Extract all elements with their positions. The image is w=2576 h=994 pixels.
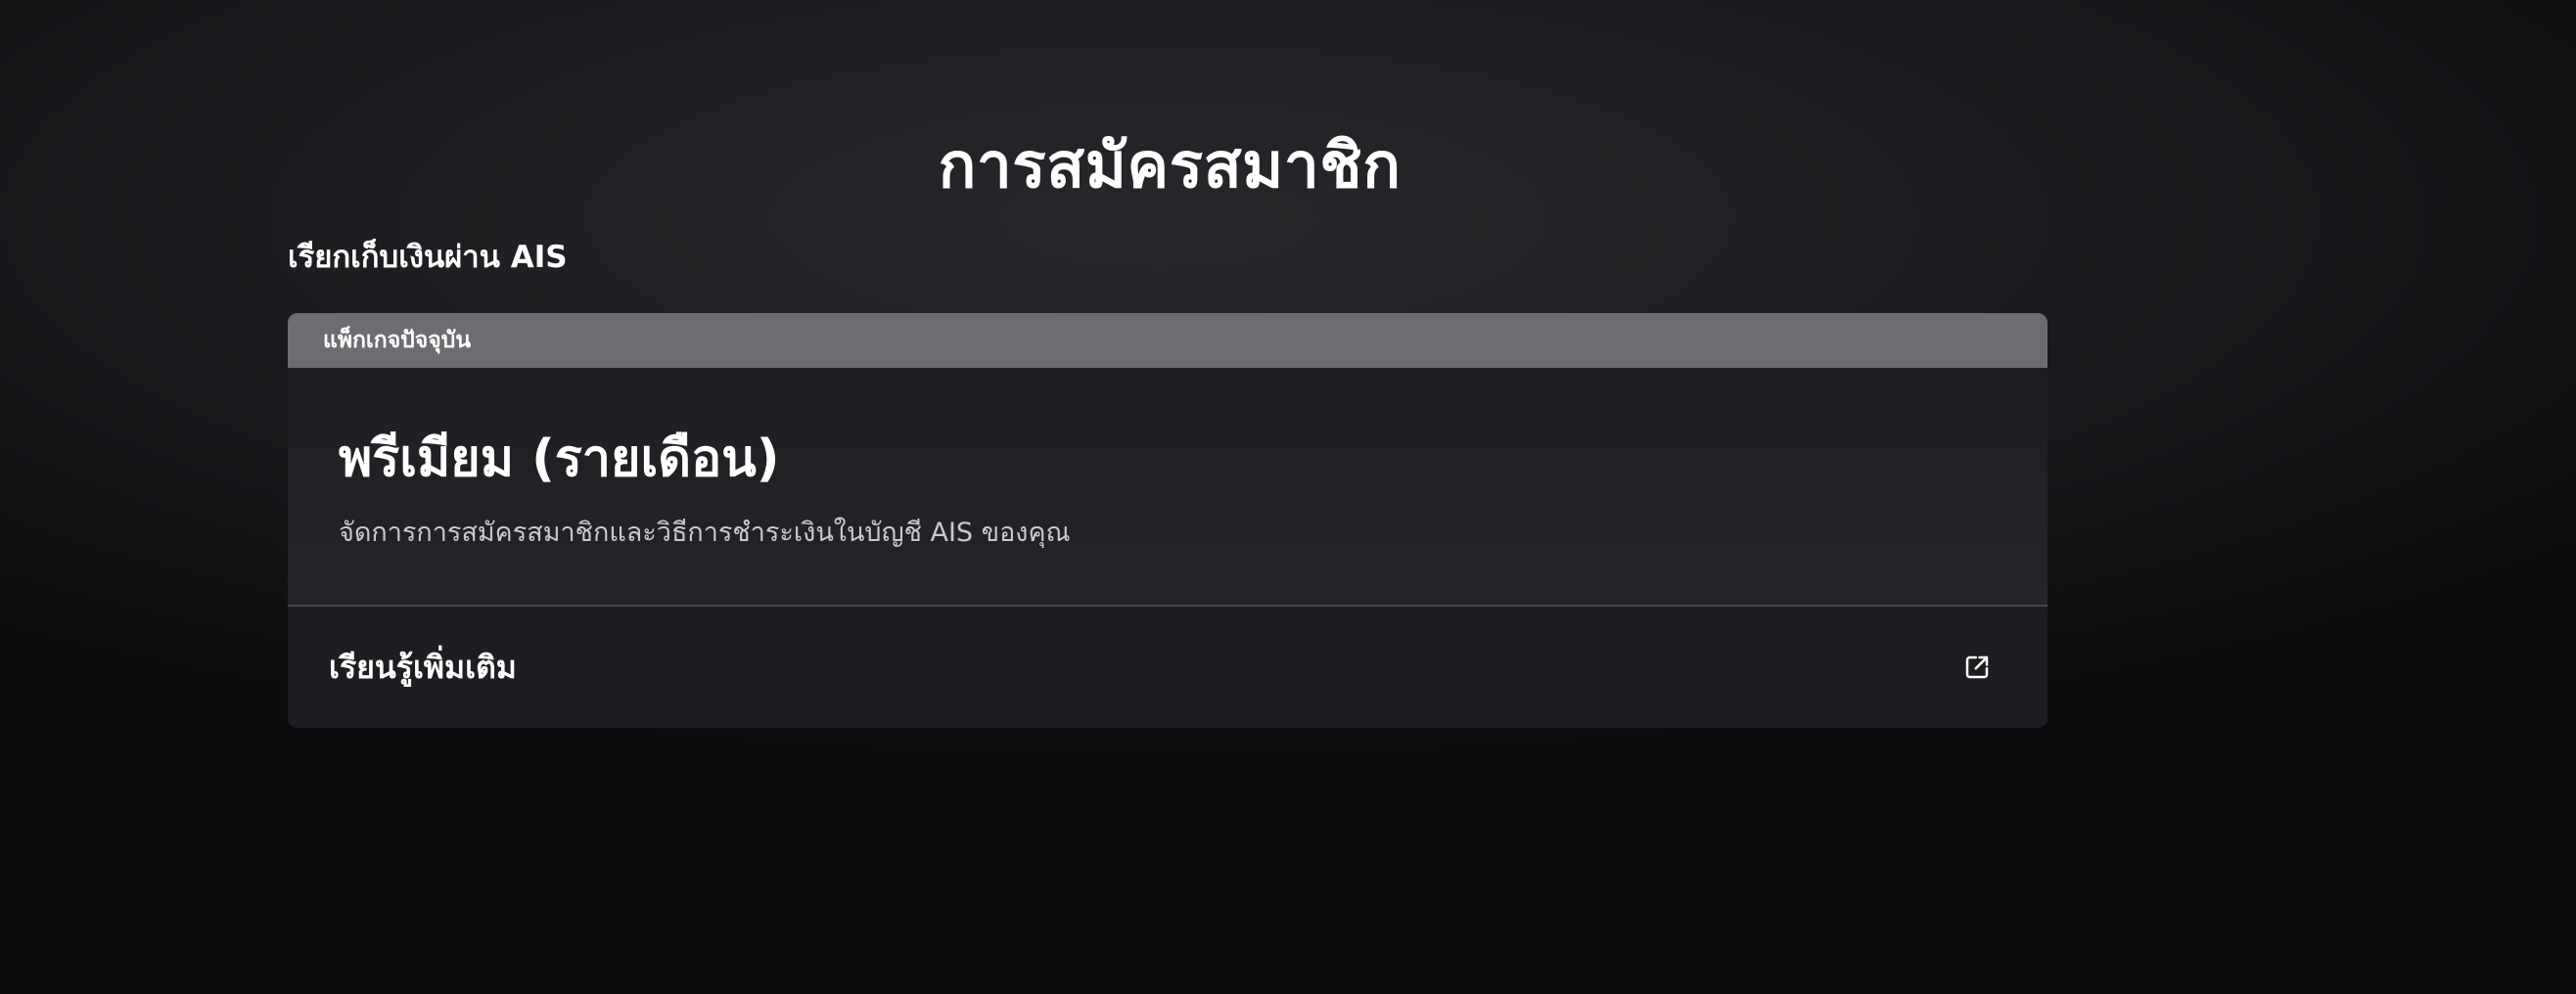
billing-heading: เรียกเก็บเงินผ่าน AIS: [288, 240, 568, 275]
external-link-icon: [1961, 652, 1993, 683]
current-plan-card: แพ็กเกจปัจจุบัน พรีเมียม (รายเดือน) จัดก…: [288, 313, 2047, 728]
plan-description: จัดการการสมัครสมาชิกและวิธีการชำระเงินใน…: [339, 518, 1071, 548]
current-plan-header: แพ็กเกจปัจจุบัน: [288, 313, 2047, 368]
plan-details: พรีเมียม (รายเดือน) จัดการการสมัครสมาชิก…: [288, 368, 2047, 605]
page-title: การสมัครสมาชิก: [938, 129, 1402, 203]
learn-more-link[interactable]: เรียนรู้เพิ่มเติม: [288, 607, 2047, 728]
plan-name: พรีเมียม (รายเดือน): [339, 429, 780, 488]
current-plan-header-label: แพ็กเกจปัจจุบัน: [323, 328, 472, 353]
learn-more-label: เรียนรู้เพิ่มเติม: [329, 648, 517, 686]
